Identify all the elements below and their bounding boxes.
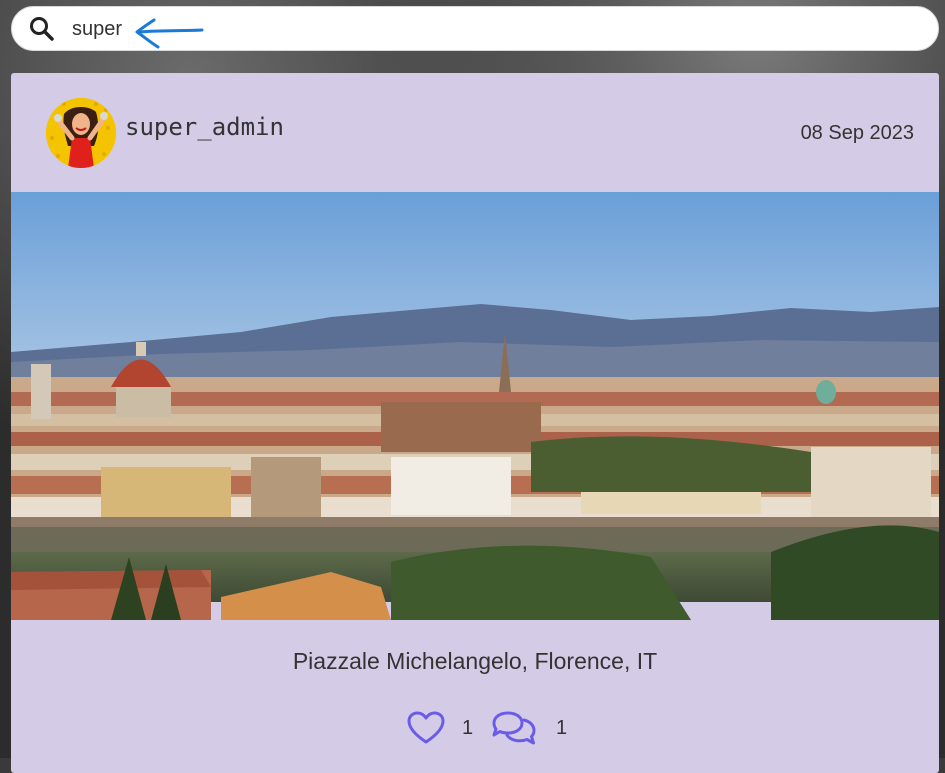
post-card: super_admin 08 Sep 2023 Piazzale Michela… bbox=[11, 73, 939, 773]
search-icon bbox=[30, 17, 54, 41]
post-image[interactable] bbox=[11, 192, 939, 620]
post-date: 08 Sep 2023 bbox=[800, 122, 914, 144]
post-actions: 1 1 bbox=[406, 708, 567, 748]
avatar-illustration-icon bbox=[46, 98, 116, 168]
heart-icon[interactable] bbox=[406, 710, 446, 746]
post-caption: Piazzale Michelangelo, Florence, IT bbox=[292, 648, 658, 674]
comment-count: 1 bbox=[556, 716, 568, 739]
comments-icon[interactable] bbox=[490, 709, 538, 747]
like-count: 1 bbox=[462, 716, 474, 739]
annotation-arrow-icon bbox=[135, 18, 204, 49]
avatar[interactable] bbox=[46, 98, 116, 168]
post-username[interactable]: super_admin bbox=[125, 113, 284, 141]
florence-panorama-image bbox=[11, 192, 939, 620]
